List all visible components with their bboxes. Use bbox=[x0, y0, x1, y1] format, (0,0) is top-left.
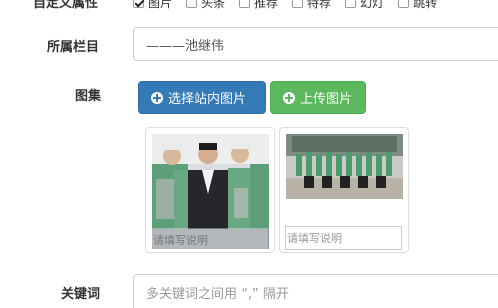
column-select[interactable]: ———池继伟 bbox=[133, 27, 498, 61]
gallery-thumbnail[interactable]: 请填写说明 bbox=[145, 127, 275, 253]
attribute-option-redirect[interactable]: 跳转 bbox=[398, 0, 437, 11]
checkbox-icon[interactable] bbox=[239, 0, 251, 8]
attribute-option-label: 头条 bbox=[201, 0, 226, 10]
attribute-option-image[interactable]: 图片 bbox=[133, 0, 172, 11]
select-site-image-label: 选择站内图片 bbox=[168, 92, 247, 107]
attribute-checkbox-group: 图片 头条 推荐 特荐 幻灯 跳转 bbox=[133, 0, 451, 11]
attribute-option-slideshow[interactable]: 幻灯 bbox=[345, 0, 384, 11]
custom-attributes-row: 自定义属性 图片 头条 推荐 特荐 幻灯 跳转 bbox=[0, 0, 498, 11]
attribute-option-label: 幻灯 bbox=[360, 0, 385, 10]
caption-placeholder: 请填写说明 bbox=[153, 234, 208, 247]
select-site-image-button[interactable]: 选择站内图片 bbox=[138, 81, 266, 114]
checkbox-icon[interactable] bbox=[292, 0, 304, 8]
column-select-value: ———池继伟 bbox=[146, 38, 225, 54]
image-caption-input[interactable]: 请填写说明 bbox=[151, 228, 268, 252]
checkbox-checked-icon[interactable] bbox=[133, 0, 144, 8]
checkbox-icon[interactable] bbox=[398, 0, 410, 8]
attribute-option-recommend[interactable]: 推荐 bbox=[239, 0, 278, 11]
column-label: 所属栏目 bbox=[47, 40, 100, 55]
upload-image-label: 上传图片 bbox=[300, 92, 353, 107]
attribute-option-label: 图片 bbox=[148, 0, 173, 10]
checkbox-icon[interactable] bbox=[186, 0, 198, 8]
attribute-option-label: 特荐 bbox=[307, 0, 332, 10]
gallery-photo-team-equipment bbox=[286, 134, 403, 199]
caption-placeholder: 请填写说明 bbox=[287, 232, 342, 245]
custom-attributes-label: 自定义属性 bbox=[33, 0, 99, 11]
attribute-option-label: 跳转 bbox=[413, 0, 438, 10]
attribute-option-special[interactable]: 特荐 bbox=[292, 0, 331, 11]
keywords-label: 关键词 bbox=[61, 287, 101, 302]
gallery-label: 图集 bbox=[75, 89, 102, 104]
keywords-input[interactable]: 多关键词之间用 “,” 隔开 bbox=[133, 274, 498, 308]
plus-circle-icon bbox=[151, 91, 163, 104]
plus-circle-icon bbox=[283, 91, 295, 104]
article-form: 自定义属性 图片 头条 推荐 特荐 幻灯 跳转 所属栏目 ———池继伟 图集 选… bbox=[0, 0, 498, 308]
attribute-option-label: 推荐 bbox=[254, 0, 279, 10]
gallery-thumbnail[interactable]: 请填写说明 bbox=[279, 127, 409, 253]
keywords-placeholder: 多关键词之间用 “,” 隔开 bbox=[146, 286, 289, 302]
attribute-option-headline[interactable]: 头条 bbox=[186, 0, 225, 11]
image-caption-input[interactable]: 请填写说明 bbox=[285, 226, 402, 250]
upload-image-button[interactable]: 上传图片 bbox=[270, 81, 366, 114]
checkbox-icon[interactable] bbox=[345, 0, 357, 8]
